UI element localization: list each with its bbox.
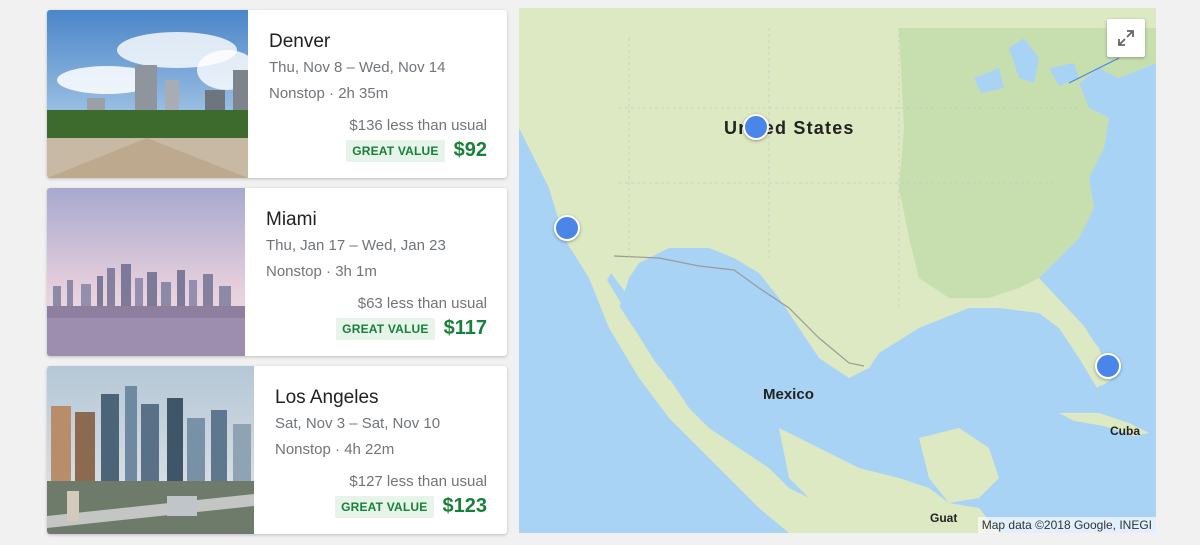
- price: $92: [453, 139, 487, 161]
- fullscreen-expand-icon[interactable]: [1107, 19, 1145, 57]
- label-mexico: Mexico: [763, 386, 814, 403]
- map-attribution: Map data ©2018 Google, INEGI: [977, 517, 1156, 533]
- label-cuba: Cuba: [1110, 424, 1140, 438]
- price: $123: [442, 495, 488, 517]
- pin-miami[interactable]: [1095, 353, 1121, 379]
- price: $117: [443, 317, 487, 339]
- great-value-badge: GREAT VALUE: [346, 139, 445, 162]
- great-value-badge: GREAT VALUE: [336, 317, 435, 340]
- map-land: [519, 8, 1156, 533]
- result-card-denver[interactable]: Denver Thu, Nov 8 – Wed, Nov 14 Nonstop …: [47, 10, 507, 178]
- los-angeles-city-photo: [47, 366, 254, 534]
- flight-duration: Nonstop · 4h 22m: [275, 441, 395, 458]
- denver-city-photo: [47, 10, 248, 178]
- expand-icon: [1118, 30, 1134, 46]
- travel-dates: Sat, Nov 3 – Sat, Nov 10: [275, 415, 441, 432]
- destination-name: Miami: [266, 209, 317, 230]
- result-card-miami[interactable]: Miami Thu, Jan 17 – Wed, Jan 23 Nonstop …: [47, 188, 507, 356]
- savings-text: $63 less than usual: [357, 295, 487, 312]
- travel-dates: Thu, Nov 8 – Wed, Nov 14: [269, 59, 446, 76]
- savings-text: $127 less than usual: [349, 473, 487, 490]
- destination-name: Denver: [269, 31, 331, 52]
- miami-skyline-photo: [47, 188, 245, 356]
- flight-duration: Nonstop · 2h 35m: [269, 85, 389, 102]
- pin-los-angeles[interactable]: [554, 215, 580, 241]
- travel-dates: Thu, Jan 17 – Wed, Jan 23: [266, 237, 446, 254]
- great-value-badge: GREAT VALUE: [335, 495, 434, 518]
- destination-name: Los Angeles: [275, 387, 379, 408]
- savings-text: $136 less than usual: [349, 117, 487, 134]
- pin-denver[interactable]: [743, 114, 769, 140]
- flight-duration: Nonstop · 3h 1m: [266, 263, 377, 280]
- result-card-los-angeles[interactable]: Los Angeles Sat, Nov 3 – Sat, Nov 10 Non…: [47, 366, 507, 534]
- label-guatemala: Guat: [930, 511, 958, 525]
- destinations-map[interactable]: United States Mexico Cuba Guat Map data …: [519, 8, 1156, 533]
